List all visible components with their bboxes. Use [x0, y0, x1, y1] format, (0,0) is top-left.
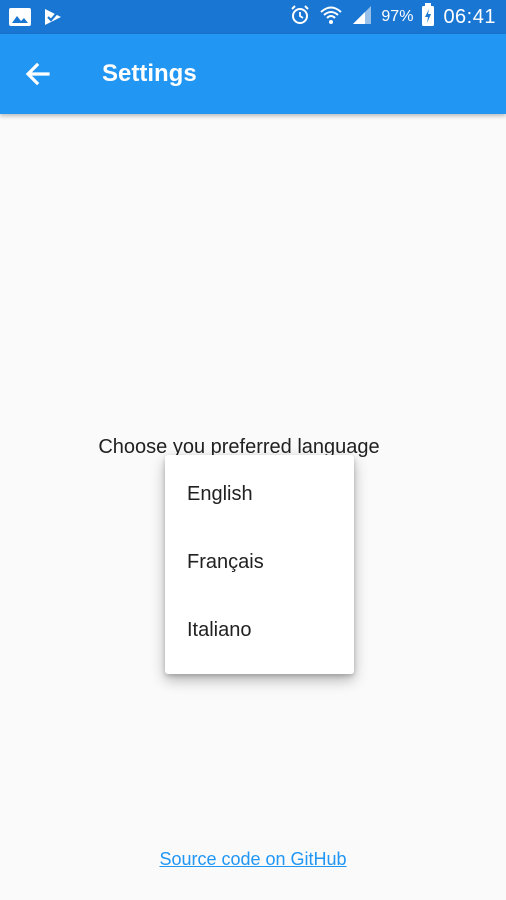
check-flag-icon [42, 6, 64, 33]
clock: 06:41 [443, 5, 496, 28]
page-title: Settings [102, 60, 197, 87]
menu-item-francais[interactable]: Français [165, 528, 354, 596]
battery-charging-icon [421, 2, 435, 32]
github-link[interactable]: Source code on GitHub [0, 849, 506, 870]
wifi-icon [319, 4, 343, 31]
back-button[interactable] [20, 56, 56, 92]
signal-icon [351, 4, 373, 31]
language-dropdown-menu: English Français Italiano [165, 455, 354, 674]
status-bar: 97% 06:41 [0, 0, 506, 34]
battery-percent: 97% [381, 8, 414, 25]
alarm-icon [289, 4, 311, 31]
arrow-back-icon [25, 62, 50, 86]
notification-icons [8, 6, 64, 33]
menu-item-italiano[interactable]: Italiano [165, 596, 354, 664]
system-icons: 97% 06:41 [289, 0, 496, 34]
menu-item-english[interactable]: English [165, 460, 354, 528]
gallery-icon [8, 6, 32, 33]
app-bar: Settings [0, 34, 506, 114]
